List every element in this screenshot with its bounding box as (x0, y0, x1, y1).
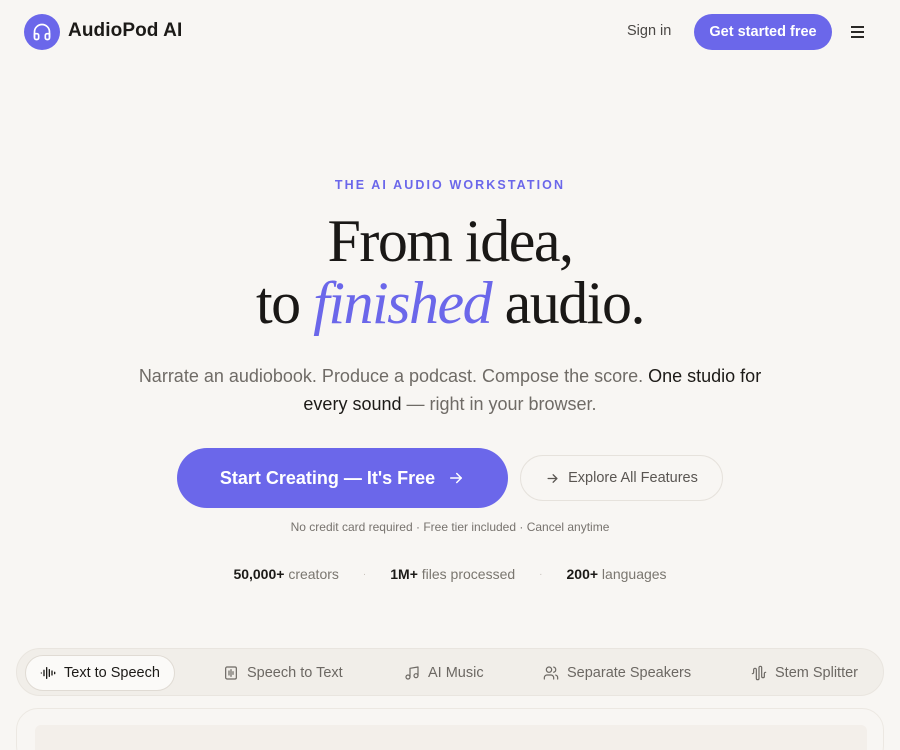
tab-stem-splitter[interactable]: Stem Splitter (737, 655, 872, 691)
music-note-icon (405, 666, 419, 680)
hero-title-accent: finished (313, 270, 493, 336)
tab-speech-to-text[interactable]: Speech to Text (209, 655, 357, 691)
hero-title: From idea, to finished audio. (0, 210, 900, 334)
feature-panel (16, 708, 884, 750)
hero-subtitle-strong-2: every sound (303, 394, 402, 414)
tab-label: Separate Speakers (567, 665, 692, 681)
feature-tabs: Text to Speech Speech to Text AI Music S… (16, 648, 884, 696)
stat-languages: 200+ languages (566, 566, 667, 582)
sign-in-link[interactable]: Sign in (627, 23, 671, 39)
feature-panel-content (35, 725, 867, 750)
brand-name[interactable]: AudioPod AI (68, 20, 182, 42)
headphones-icon[interactable] (24, 14, 60, 50)
stat-separator: · (539, 568, 543, 580)
hero-subtitle-text-1: Narrate an audiobook. Produce a podcast.… (138, 366, 649, 386)
tab-label: Stem Splitter (775, 665, 858, 681)
hero-title-line2-pre: to (256, 270, 314, 336)
hero-title-line2-post: audio. (491, 270, 646, 336)
explore-features-label: Explore All Features (568, 470, 698, 486)
arrow-right-icon (547, 473, 558, 483)
hero-subtitle: Narrate an audiobook. Produce a podcast.… (110, 362, 790, 418)
waveform-icon (40, 667, 56, 679)
top-header: AudioPod AI Sign in Get started free (0, 0, 900, 64)
stats-row: 50,000+ creators · 1M+ files processed ·… (0, 566, 900, 582)
tab-label: AI Music (428, 665, 484, 681)
tab-label: Text to Speech (64, 665, 160, 681)
hamburger-menu-icon[interactable] (851, 26, 864, 38)
tab-label: Speech to Text (247, 665, 343, 681)
arrow-right-icon (450, 472, 463, 484)
audio-lines-icon (751, 665, 767, 681)
tab-ai-music[interactable]: AI Music (390, 655, 498, 691)
tab-separate-speakers[interactable]: Separate Speakers (529, 655, 705, 691)
start-creating-label: Start Creating — It's Free (219, 467, 436, 488)
explore-features-button[interactable]: Explore All Features (520, 455, 723, 501)
tab-text-to-speech[interactable]: Text to Speech (25, 655, 175, 691)
document-icon (225, 666, 237, 680)
hero-subtitle-text-2: — right in your browser. (401, 394, 597, 414)
users-icon (543, 666, 559, 680)
fine-print: No credit card required · Free tier incl… (290, 520, 610, 534)
stat-creators: 50,000+ creators (233, 566, 339, 582)
hero-eyebrow: THE AI AUDIO WORKSTATION (334, 178, 566, 192)
hero-subtitle-strong-1: One studio for (648, 366, 762, 386)
hero-title-line1: From idea, (327, 208, 574, 274)
stat-files: 1M+ files processed (390, 566, 516, 582)
get-started-button[interactable]: Get started free (694, 14, 832, 50)
start-creating-button[interactable]: Start Creating — It's Free (177, 448, 508, 508)
stat-separator: · (362, 568, 367, 580)
